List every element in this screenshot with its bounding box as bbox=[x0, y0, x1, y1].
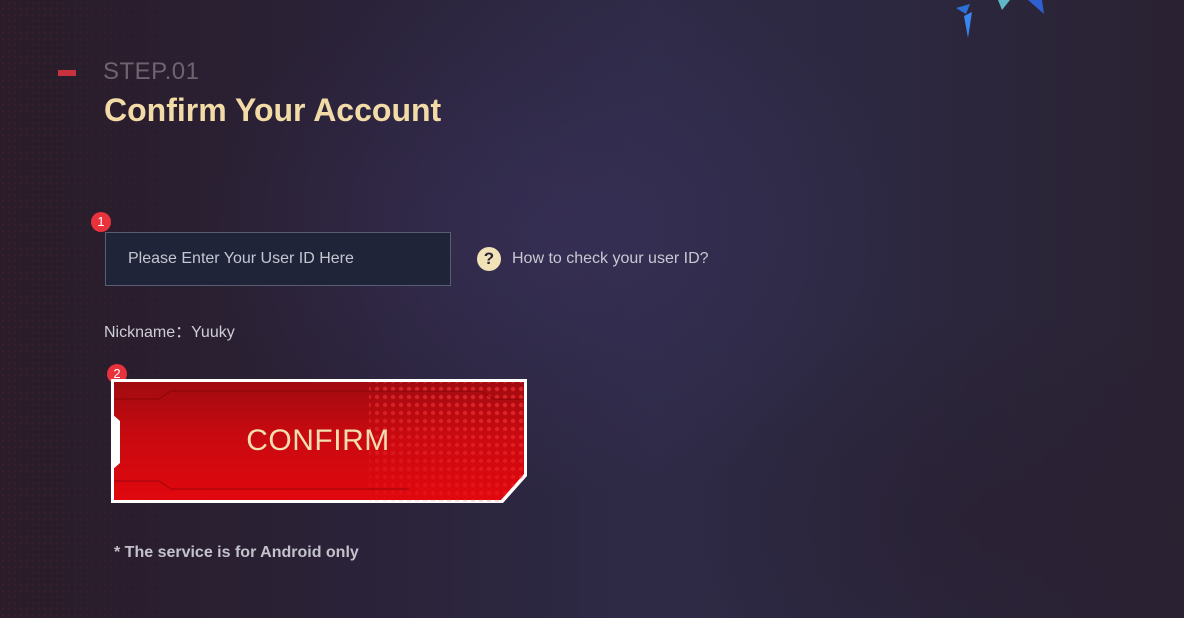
android-only-note: * The service is for Android only bbox=[114, 544, 359, 561]
help-link-text: How to check your user ID? bbox=[512, 250, 709, 267]
step-label: STEP.01 bbox=[103, 58, 200, 85]
page-title: Confirm Your Account bbox=[104, 92, 442, 128]
nickname-row: Nickname：Yuuky bbox=[104, 318, 235, 342]
crystal-decoration-icon bbox=[956, 0, 1044, 38]
step-badge-1: 1 bbox=[91, 212, 111, 232]
how-to-check-user-id-link[interactable]: ? How to check your user ID? bbox=[477, 246, 709, 272]
user-id-input[interactable] bbox=[105, 232, 451, 286]
confirm-button-label: CONFIRM bbox=[246, 424, 390, 457]
step-marker bbox=[58, 70, 76, 76]
confirm-button[interactable]: CONFIRM bbox=[109, 377, 529, 506]
nickname-value: Yuuky bbox=[191, 324, 235, 341]
question-mark-icon: ? bbox=[477, 247, 501, 271]
nickname-label: Nickname： bbox=[104, 324, 192, 341]
